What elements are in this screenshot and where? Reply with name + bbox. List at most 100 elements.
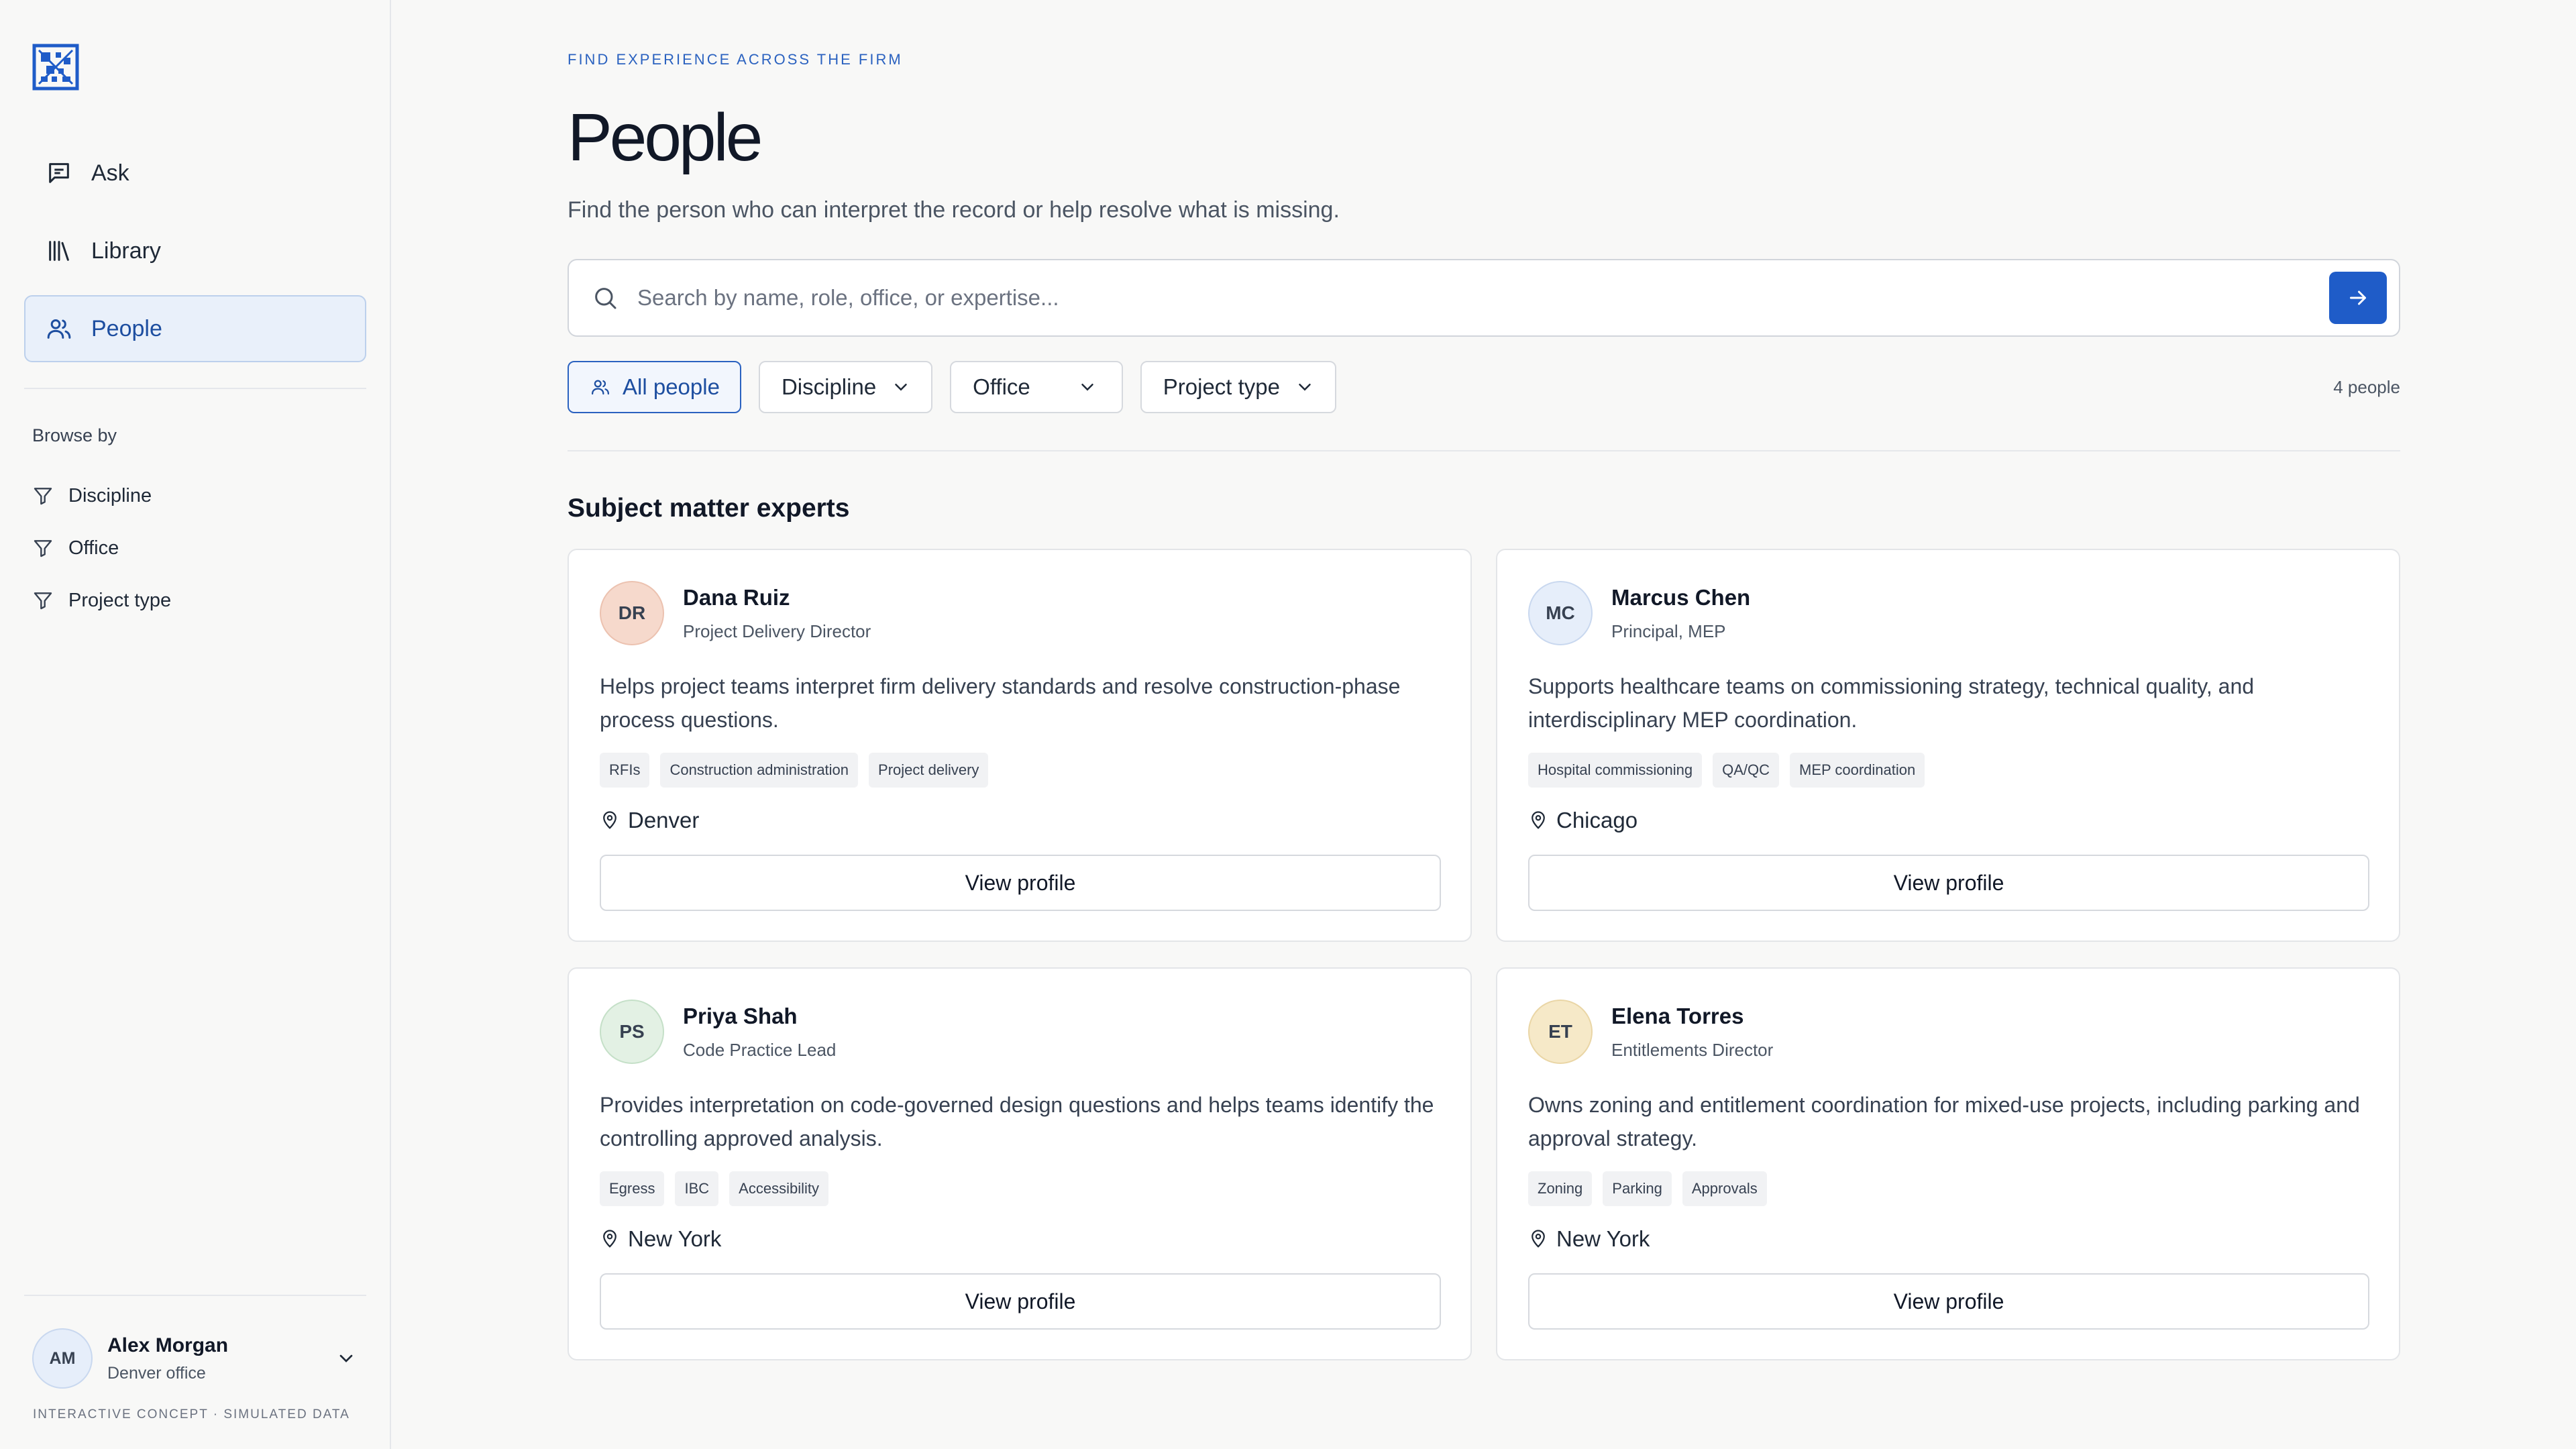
nav-item-ask[interactable]: Ask: [24, 140, 366, 207]
browse-item-project-type[interactable]: Project type: [32, 574, 171, 627]
person-name: Elena Torres: [1611, 1004, 1744, 1028]
search-bar: [568, 259, 2400, 337]
person-location: New York: [1528, 1226, 1650, 1252]
browse-list: Discipline Office Project type: [32, 470, 171, 627]
nav-item-library[interactable]: Library: [24, 217, 366, 284]
app-logo-icon[interactable]: [32, 44, 79, 91]
map-pin-icon: [1532, 811, 1545, 829]
expertise-tags: Hospital commissioning QA/QC MEP coordin…: [1528, 753, 1935, 788]
filter-bar: All people Discipline Office Project typ…: [568, 361, 1354, 413]
user-office: Denver office: [107, 1363, 206, 1383]
expertise-tags: Zoning Parking Approvals: [1528, 1171, 1778, 1206]
person-role: Principal, MEP: [1611, 621, 1726, 641]
person-location: Chicago: [1528, 808, 1638, 833]
browse-item-discipline[interactable]: Discipline: [32, 470, 171, 522]
expertise-tag: Accessibility: [729, 1171, 828, 1206]
user-menu[interactable]: AM Alex Morgan Denver office: [32, 1326, 368, 1391]
filter-discipline-dropdown[interactable]: Discipline: [758, 361, 933, 413]
person-name: Dana Ruiz: [683, 585, 790, 610]
user-name: Alex Morgan: [107, 1334, 229, 1356]
expertise-tag: RFIs: [600, 753, 650, 788]
view-profile-button[interactable]: View profile: [600, 1273, 1441, 1330]
person-card: PS Priya Shah Code Practice Lead Provide…: [568, 967, 1472, 1360]
person-description: Supports healthcare teams on commissioni…: [1528, 674, 2255, 732]
filter-label: Office: [973, 374, 1030, 399]
section-divider: [568, 450, 2400, 451]
browse-item-label: Project type: [68, 589, 172, 611]
browse-item-label: Discipline: [68, 484, 152, 506]
map-pin-icon: [603, 811, 616, 829]
browse-item-office[interactable]: Office: [32, 522, 171, 574]
people-icon: [47, 319, 71, 339]
person-card: DR Dana Ruiz Project Delivery Director H…: [568, 549, 1472, 942]
avatar: PS: [600, 1000, 664, 1064]
message-icon: [49, 163, 69, 183]
chevron-down-icon: [895, 384, 907, 391]
sidebar-divider: [24, 1295, 366, 1296]
arrow-right-icon: [2350, 290, 2366, 305]
expertise-tag: Parking: [1603, 1171, 1672, 1206]
expertise-tag: MEP coordination: [1790, 753, 1925, 788]
filter-all-people[interactable]: All people: [568, 361, 741, 413]
person-role: Code Practice Lead: [683, 1040, 837, 1060]
nav-item-people[interactable]: People: [24, 295, 366, 362]
footnote: INTERACTIVE CONCEPT · SIMULATED DATA: [33, 1407, 350, 1421]
filter-icon: [34, 592, 52, 610]
location-label: Chicago: [1556, 808, 1638, 833]
expertise-tag: Project delivery: [869, 753, 989, 788]
expertise-tag: Construction administration: [660, 753, 859, 788]
filter-label: All people: [623, 374, 720, 399]
person-name: Marcus Chen: [1611, 585, 1751, 610]
expertise-tags: RFIs Construction administration Project…: [600, 753, 999, 788]
expertise-tag: Approvals: [1682, 1171, 1767, 1206]
nav-item-label: Ask: [91, 160, 129, 186]
chevron-down-icon: [1299, 384, 1311, 391]
filter-icon: [34, 488, 52, 505]
view-profile-button[interactable]: View profile: [1528, 1273, 2369, 1330]
filter-office-dropdown[interactable]: Office: [950, 361, 1123, 413]
expertise-tag: Zoning: [1528, 1171, 1593, 1206]
people-icon: [592, 380, 609, 395]
user-info: Alex Morgan Denver office: [107, 1334, 335, 1383]
expertise-tag: QA/QC: [1713, 753, 1779, 788]
search-icon: [595, 288, 616, 309]
nav-item-label: Library: [91, 237, 161, 264]
search-input[interactable]: [637, 285, 2329, 311]
map-pin-icon: [1532, 1230, 1545, 1248]
expertise-tags: Egress IBC Accessibility: [600, 1171, 839, 1206]
page-title: People: [568, 100, 763, 175]
avatar: DR: [600, 581, 664, 645]
chevron-down-icon: [1081, 384, 1093, 391]
person-name: Priya Shah: [683, 1004, 798, 1028]
avatar: AM: [32, 1328, 93, 1389]
person-location: New York: [600, 1226, 721, 1252]
filter-label: Discipline: [781, 374, 877, 399]
search-submit-button[interactable]: [2329, 272, 2387, 324]
view-profile-button[interactable]: View profile: [1528, 855, 2369, 911]
avatar: MC: [1528, 581, 1593, 645]
person-description: Helps project teams interpret firm deliv…: [600, 674, 1401, 732]
person-role: Entitlements Director: [1611, 1040, 1774, 1060]
avatar: ET: [1528, 1000, 1593, 1064]
location-label: New York: [628, 1226, 722, 1251]
map-pin-icon: [603, 1230, 616, 1248]
filter-project-type-dropdown[interactable]: Project type: [1140, 361, 1337, 413]
expertise-tag: IBC: [675, 1171, 719, 1206]
expertise-tag: Hospital commissioning: [1528, 753, 1703, 788]
chevron-down-icon[interactable]: [335, 1348, 357, 1369]
view-profile-button[interactable]: View profile: [600, 855, 1441, 911]
filter-label: Project type: [1163, 374, 1281, 399]
browse-item-label: Office: [68, 537, 119, 559]
nav-item-label: People: [91, 315, 162, 341]
library-icon: [49, 241, 69, 261]
result-count: 4 people: [2333, 377, 2400, 397]
person-card: ET Elena Torres Entitlements Director Ow…: [1496, 967, 2400, 1360]
filter-icon: [34, 540, 52, 557]
person-description: Provides interpretation on code-governed…: [600, 1093, 1434, 1150]
person-card: MC Marcus Chen Principal, MEP Supports h…: [1496, 549, 2400, 942]
person-description: Owns zoning and entitlement coordination…: [1528, 1093, 2360, 1150]
browse-by-label: Browse by: [32, 425, 117, 445]
location-label: New York: [1556, 1226, 1650, 1251]
page-subtitle: Find the person who can interpret the re…: [568, 197, 1340, 223]
page-eyebrow: FIND EXPERIENCE ACROSS THE FIRM: [568, 51, 903, 68]
